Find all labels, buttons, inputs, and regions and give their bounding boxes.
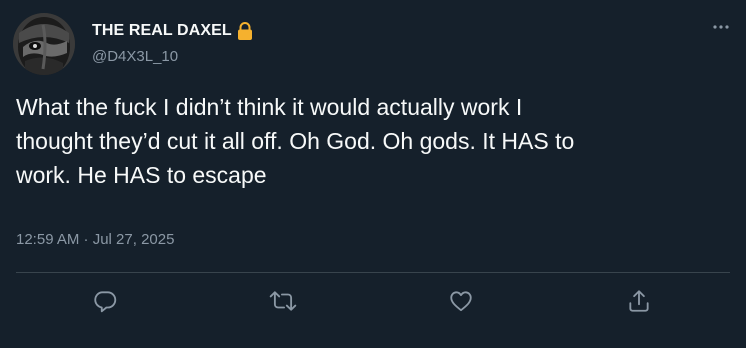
- share-icon: [629, 290, 649, 312]
- display-name[interactable]: THE REAL DAXEL: [92, 22, 232, 40]
- tweet-timestamp[interactable]: 12:59 AM · Jul 27, 2025: [16, 231, 174, 248]
- action-bar: [0, 286, 746, 320]
- avatar-image: [13, 13, 75, 75]
- retweet-button[interactable]: [268, 286, 298, 316]
- lock-icon: [236, 21, 254, 41]
- like-icon: [450, 291, 472, 312]
- more-icon: [713, 25, 729, 29]
- reply-button[interactable]: [90, 286, 120, 316]
- divider: [16, 272, 730, 273]
- more-options-button[interactable]: [710, 18, 732, 36]
- tweet-header: THE REAL DAXEL @D4X3L_10: [92, 20, 254, 65]
- tweet-card: THE REAL DAXEL @D4X3L_10 What the fuck I…: [0, 0, 746, 348]
- retweet-icon: [269, 291, 297, 311]
- like-button[interactable]: [446, 286, 476, 316]
- user-handle[interactable]: @D4X3L_10: [92, 48, 254, 65]
- share-button[interactable]: [624, 286, 654, 316]
- display-name-row: THE REAL DAXEL: [92, 20, 254, 42]
- avatar[interactable]: [13, 13, 75, 75]
- tweet-text: What the fuck I didn’t think it would ac…: [16, 94, 575, 188]
- reply-icon: [94, 291, 117, 313]
